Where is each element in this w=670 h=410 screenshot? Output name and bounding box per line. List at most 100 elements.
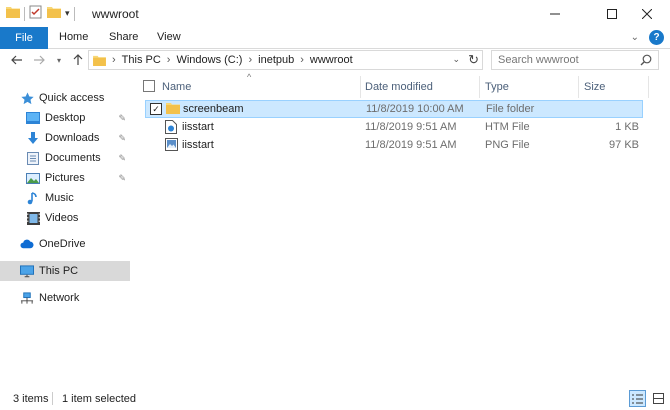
- up-button[interactable]: [70, 52, 86, 68]
- sidebar-item-quick-access[interactable]: Quick access: [0, 88, 130, 108]
- column-divider[interactable]: [360, 76, 361, 98]
- column-header-name[interactable]: Name: [162, 76, 191, 98]
- sidebar-item-label: Videos: [45, 212, 79, 224]
- sidebar-item-downloads[interactable]: Downloads ✎: [0, 128, 130, 148]
- file-date: 11/8/2019 9:51 AM: [365, 121, 457, 133]
- window-title: wwwroot: [92, 7, 139, 21]
- sidebar-item-pictures[interactable]: Pictures ✎: [0, 168, 130, 188]
- details-view-icon: [632, 394, 643, 403]
- download-icon: [26, 131, 40, 145]
- selection-count: 1 item selected: [62, 393, 136, 405]
- file-type: PNG File: [485, 139, 530, 151]
- sidebar-item-onedrive[interactable]: OneDrive: [0, 234, 130, 254]
- file-date: 11/8/2019 9:51 AM: [365, 139, 457, 151]
- status-divider: [52, 392, 53, 405]
- close-button[interactable]: [624, 0, 670, 27]
- file-type: File folder: [486, 103, 535, 115]
- pin-icon[interactable]: ✎: [118, 113, 126, 124]
- sidebar-item-label: Music: [45, 192, 74, 204]
- chevron-right-icon[interactable]: ›: [300, 54, 304, 66]
- address-row: ▾ › This PC › Windows (C:) › inetpub › w…: [0, 49, 670, 71]
- ribbon-tabs: File Home Share View ⌄ ?: [0, 27, 670, 49]
- pictures-icon: [26, 171, 40, 185]
- search-box[interactable]: [491, 50, 659, 70]
- column-divider[interactable]: [479, 76, 480, 98]
- file-name: iisstart: [182, 139, 214, 151]
- item-count: 3 items: [13, 393, 49, 405]
- sidebar-item-label: This PC: [39, 265, 79, 277]
- address-bar[interactable]: › This PC › Windows (C:) › inetpub › www…: [88, 50, 483, 70]
- file-size: 1 KB: [615, 121, 639, 133]
- table-row[interactable]: iisstart 11/8/2019 9:51 AM PNG File 97 K…: [145, 137, 643, 155]
- details-view-button[interactable]: [629, 390, 646, 407]
- tab-view[interactable]: View: [157, 31, 181, 43]
- back-button[interactable]: [9, 52, 25, 68]
- sidebar-item-music[interactable]: Music: [0, 188, 130, 208]
- chevron-right-icon[interactable]: ›: [112, 54, 116, 66]
- tab-share[interactable]: Share: [109, 31, 138, 43]
- column-header-size[interactable]: Size: [584, 76, 605, 98]
- sidebar-item-network[interactable]: Network: [0, 288, 130, 308]
- file-name: iisstart: [182, 121, 214, 133]
- help-icon[interactable]: ?: [649, 30, 664, 45]
- large-icons-view-icon: [653, 393, 664, 404]
- breadcrumb-this-pc[interactable]: This PC: [122, 54, 161, 66]
- file-date: 11/8/2019 10:00 AM: [366, 103, 464, 115]
- table-row[interactable]: ✓ screenbeam 11/8/2019 10:00 AM File fol…: [145, 100, 643, 118]
- breadcrumb-wwwroot[interactable]: wwwroot: [310, 54, 353, 66]
- row-checkbox[interactable]: ✓: [150, 103, 162, 115]
- chevron-right-icon[interactable]: ›: [167, 54, 171, 66]
- sidebar-item-label: Network: [39, 292, 80, 304]
- chevron-right-icon[interactable]: ›: [248, 54, 252, 66]
- cloud-icon: [20, 237, 34, 251]
- folder-icon: [6, 6, 20, 21]
- select-all-checkbox[interactable]: [143, 80, 155, 92]
- folder-icon: [93, 55, 106, 66]
- column-header-date-modified[interactable]: Date modified: [365, 76, 433, 98]
- documents-icon: [26, 151, 40, 165]
- sidebar-item-label: OneDrive: [39, 238, 86, 250]
- tab-file[interactable]: File: [0, 27, 48, 49]
- properties-icon[interactable]: [29, 5, 43, 22]
- expand-ribbon-icon[interactable]: ⌄: [631, 32, 639, 43]
- tab-home[interactable]: Home: [59, 31, 88, 43]
- sidebar-item-label: Quick access: [39, 92, 105, 104]
- sidebar-item-videos[interactable]: Videos: [0, 208, 130, 228]
- sidebar-item-this-pc[interactable]: This PC: [0, 261, 130, 281]
- folder-icon: [166, 102, 180, 116]
- file-size: 97 KB: [609, 139, 639, 151]
- pin-icon[interactable]: ✎: [118, 133, 126, 144]
- htm-file-icon: [165, 120, 179, 134]
- file-list: ^ Name Date modified Type Size ✓ screenb…: [136, 72, 666, 372]
- sidebar-item-desktop[interactable]: Desktop ✎: [0, 108, 130, 128]
- file-type: HTM File: [485, 121, 530, 133]
- chevron-down-icon[interactable]: ⌄: [452, 54, 460, 65]
- sidebar-item-label: Pictures: [45, 172, 85, 184]
- videos-icon: [26, 211, 40, 225]
- minimize-button[interactable]: [532, 0, 578, 27]
- table-row[interactable]: iisstart 11/8/2019 9:51 AM HTM File 1 KB: [145, 119, 643, 137]
- forward-button[interactable]: [31, 52, 47, 68]
- refresh-icon[interactable]: ↻: [468, 52, 479, 68]
- music-icon: [26, 191, 40, 205]
- large-icons-view-button[interactable]: [650, 390, 667, 407]
- toolbar-divider: [73, 6, 75, 21]
- pin-icon[interactable]: ✎: [118, 153, 126, 164]
- desktop-icon: [26, 111, 40, 125]
- title-bar: ▾ wwwroot: [0, 0, 670, 27]
- status-bar: 3 items 1 item selected: [0, 388, 670, 410]
- star-icon: [20, 91, 34, 105]
- new-folder-icon[interactable]: [47, 6, 61, 21]
- pin-icon[interactable]: ✎: [118, 173, 126, 184]
- column-divider[interactable]: [648, 76, 649, 98]
- breadcrumb-inetpub[interactable]: inetpub: [258, 54, 294, 66]
- customize-toolbar-icon[interactable]: ▾: [65, 8, 70, 19]
- search-icon[interactable]: [640, 54, 652, 69]
- recent-locations-button[interactable]: ▾: [51, 52, 67, 68]
- breadcrumb-windows-c[interactable]: Windows (C:): [176, 54, 242, 66]
- search-input[interactable]: [498, 54, 638, 66]
- column-header-type[interactable]: Type: [485, 76, 509, 98]
- sidebar-item-documents[interactable]: Documents ✎: [0, 148, 130, 168]
- sidebar-item-label: Documents: [45, 152, 101, 164]
- column-divider[interactable]: [578, 76, 579, 98]
